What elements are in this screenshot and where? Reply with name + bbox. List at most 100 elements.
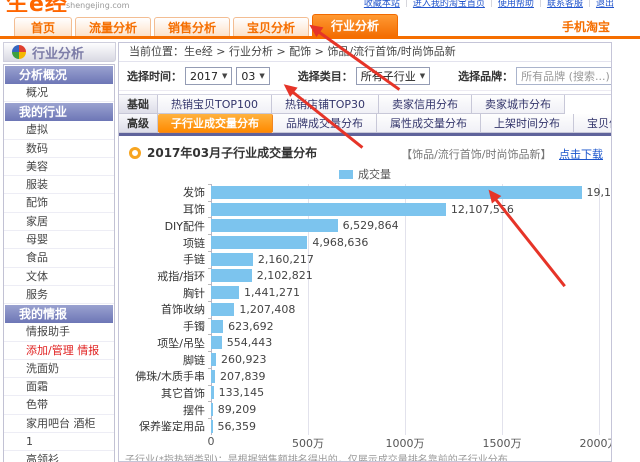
tab-宝贝价格分布[interactable]: 宝贝价格分布 [574, 114, 612, 133]
sidebar-item-概况[interactable]: 概况 [4, 84, 114, 102]
tab-子行业成交量分布[interactable]: 子行业成交量分布 [158, 114, 273, 133]
topbar-link[interactable]: 联系客服 [547, 0, 583, 9]
tab-卖家城市分布[interactable]: 卖家城市分布 [472, 95, 565, 114]
sidebar-item-色带[interactable]: 色带 [4, 396, 114, 414]
topbar-link[interactable]: 使用帮助 [498, 0, 534, 9]
report-tab-row: 基础热销宝贝TOP100热销店铺TOP30卖家信用分布卖家城市分布 [119, 95, 611, 114]
link-separator: ｜ [487, 0, 496, 9]
category-filter-label: 选择类目： [298, 68, 353, 84]
chart-row: 胸针 1,441,271 [119, 284, 611, 301]
bar-label: 其它首饰 [119, 385, 211, 401]
bar-value: 133,145 [219, 386, 265, 399]
download-link[interactable]: 点击下载 [559, 148, 603, 161]
chart-row: 脚链260,923 [119, 351, 611, 368]
bar-value: 554,443 [227, 336, 273, 349]
x-tick-1000万: 1000万 [386, 435, 425, 451]
sidebar-item-洗面奶[interactable]: 洗面奶 [4, 360, 114, 378]
chart-row: 耳饰12,107,556 [119, 201, 611, 218]
sidebar: 分析概况概况我的行业虚拟数码美容服装配饰家居母婴食品文体服务我的情报情报助手添加… [3, 64, 115, 462]
bar-label: 胸针 [119, 285, 211, 301]
nav-tab-销售分析[interactable]: 销售分析 [154, 17, 230, 38]
bar-佛珠/木质手串[interactable] [211, 370, 215, 383]
chart-row: 摆件89,209 [119, 401, 611, 418]
nav-tab-宝贝分析[interactable]: 宝贝分析 [233, 17, 309, 38]
tab-热销宝贝TOP100[interactable]: 热销宝贝TOP100 [158, 95, 272, 114]
bar-脚链[interactable] [211, 353, 216, 366]
chart-title: 2017年03月子行业成交量分布 [147, 144, 317, 161]
bar-value: 207,839 [220, 370, 266, 383]
sidebar-item-数码[interactable]: 数码 [4, 140, 114, 158]
tab-卖家信用分布[interactable]: 卖家信用分布 [379, 95, 472, 114]
bar-DIY配件[interactable] [211, 219, 338, 232]
sidebar-item-面霜[interactable]: 面霜 [4, 378, 114, 396]
bar-手镯[interactable] [211, 320, 223, 333]
year-select[interactable]: 2017 ▼ [185, 67, 232, 85]
bar-其它首饰[interactable] [211, 386, 214, 399]
sidebar-item-家用吧台 酒柜[interactable]: 家用吧台 酒柜 [4, 415, 114, 433]
tab-row-head: 基础 [119, 95, 158, 114]
chevron-down-icon: ▼ [420, 72, 425, 80]
sidebar-group-header: 分析概况 [5, 66, 113, 84]
chart-row: DIY配件6,529,864 [119, 217, 611, 234]
sidebar-item-家居[interactable]: 家居 [4, 213, 114, 231]
nav-tab-流量分析[interactable]: 流量分析 [75, 17, 151, 38]
bar-label: 耳饰 [119, 201, 211, 217]
bar-戒指/指环[interactable] [211, 269, 252, 282]
x-axis: 0500万1000万1500万2000万 [119, 435, 611, 448]
topbar-link[interactable]: 退出 [596, 0, 614, 9]
brand-search-input[interactable]: 所有品牌 (搜索...) [516, 67, 612, 85]
x-tick-1500万: 1500万 [483, 435, 522, 451]
topbar-link[interactable]: 收藏本站 [364, 0, 400, 9]
bar-摆件[interactable] [211, 403, 213, 416]
bar-耳饰[interactable] [211, 203, 446, 216]
bar-项坠/吊坠[interactable] [211, 336, 222, 349]
bar-label: 发饰 [119, 184, 211, 200]
bar-label: 项坠/吊坠 [119, 335, 211, 351]
tab-上架时间分布[interactable]: 上架时间分布 [481, 114, 574, 133]
month-select[interactable]: 03 ▼ [236, 67, 269, 85]
sidebar-item-服装[interactable]: 服装 [4, 176, 114, 194]
bar-首饰收纳[interactable] [211, 303, 234, 316]
breadcrumb: 当前位置：生e经 > 行业分析 > 配饰 > 饰品/流行首饰/时尚饰品新 [119, 43, 611, 62]
tab-属性成交量分布[interactable]: 属性成交量分布 [377, 114, 481, 133]
tab-热销店铺TOP30[interactable]: 热销店铺TOP30 [272, 95, 379, 114]
bullet-ring-icon [129, 147, 141, 159]
sidebar-item-情报助手[interactable]: 情报助手 [4, 323, 114, 341]
nav-mobile-taobao-link[interactable]: 手机淘宝 [562, 18, 610, 35]
sidebar-item-美容[interactable]: 美容 [4, 158, 114, 176]
brand-filter-label: 选择品牌： [458, 68, 513, 84]
sidebar-item-虚拟[interactable]: 虚拟 [4, 121, 114, 139]
bar-value: 260,923 [221, 353, 267, 366]
sidebar-item-1[interactable]: 1 [4, 433, 114, 451]
topbar-link[interactable]: 进入我的淘宝首页 [413, 0, 485, 9]
bar-发饰[interactable] [211, 186, 582, 199]
nav-underline [0, 36, 640, 39]
sidebar-item-配饰[interactable]: 配饰 [4, 194, 114, 212]
chart-category-tag: 【饰品/流行首饰/时尚饰品新】 [401, 148, 551, 161]
bar-value: 4,968,636 [312, 236, 368, 249]
tab-underline [119, 133, 611, 136]
sidebar-item-服务[interactable]: 服务 [4, 286, 114, 304]
bar-胸针[interactable] [211, 286, 239, 299]
year-select-value: 2017 [190, 70, 218, 83]
nav-tab-首页[interactable]: 首页 [14, 17, 72, 38]
legend-label: 成交量 [358, 166, 391, 182]
sidebar-item-添加/管理 情报[interactable]: 添加/管理 情报 [4, 342, 114, 360]
bar-label: 戒指/指环 [119, 268, 211, 284]
bar-项链[interactable] [211, 236, 307, 249]
bar-保养鉴定用品[interactable] [211, 420, 213, 433]
logo: 生e经 [6, 0, 68, 12]
report-tabs: 基础热销宝贝TOP100热销店铺TOP30卖家信用分布卖家城市分布高级子行业成交… [119, 94, 611, 136]
bar-value: 1,441,271 [244, 286, 300, 299]
sidebar-group-header: 我的行业 [5, 103, 113, 121]
sidebar-item-文体[interactable]: 文体 [4, 268, 114, 286]
chart-legend: 成交量 [119, 168, 611, 180]
sidebar-item-母婴[interactable]: 母婴 [4, 231, 114, 249]
x-tick-0: 0 [208, 435, 215, 448]
month-select-value: 03 [241, 70, 255, 83]
sidebar-group-header: 我的情报 [5, 305, 113, 323]
bar-value: 6,529,864 [343, 219, 399, 232]
sidebar-item-高领衫[interactable]: 高领衫 [4, 451, 114, 462]
sidebar-item-食品[interactable]: 食品 [4, 249, 114, 267]
bar-手链[interactable] [211, 253, 253, 266]
